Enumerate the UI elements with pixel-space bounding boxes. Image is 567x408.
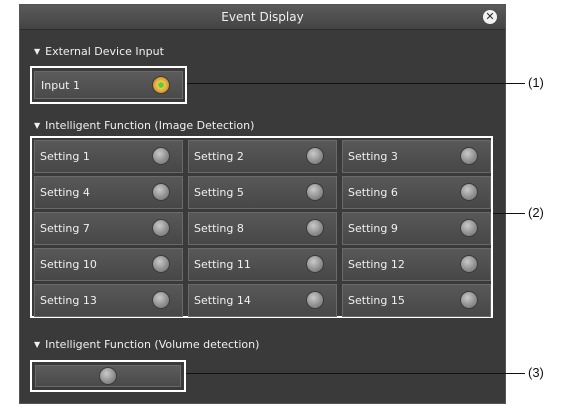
setting-label: Setting 10 (40, 258, 97, 271)
setting-cell: Setting 1 (34, 140, 183, 173)
setting-status-icon (460, 291, 478, 309)
setting-status-icon (306, 255, 324, 273)
setting-status-icon (306, 291, 324, 309)
setting-cell: Setting 5 (188, 176, 337, 209)
setting-status-icon (460, 147, 478, 165)
collapse-arrow-icon: ▼ (34, 340, 41, 349)
setting-label: Setting 3 (348, 150, 398, 163)
setting-label: Setting 12 (348, 258, 405, 271)
window-title: Event Display (221, 10, 304, 24)
setting-label: Setting 1 (40, 150, 90, 163)
setting-label: Setting 5 (194, 186, 244, 199)
section-external-title[interactable]: ▼ External Device Input (34, 45, 164, 58)
setting-label: Setting 15 (348, 294, 405, 307)
setting-label: Setting 7 (40, 222, 90, 235)
setting-label: Setting 6 (348, 186, 398, 199)
setting-status-icon (152, 219, 170, 237)
setting-status-icon (460, 219, 478, 237)
setting-status-icon (152, 147, 170, 165)
section-volume-detection-title[interactable]: ▼ Intelligent Function (Volume detection) (34, 338, 259, 351)
setting-status-icon (460, 183, 478, 201)
setting-cell: Setting 6 (342, 176, 491, 209)
setting-cell: Setting 12 (342, 248, 491, 281)
setting-cell: Setting 7 (34, 212, 183, 245)
setting-cell: Setting 4 (34, 176, 183, 209)
setting-status-icon (460, 255, 478, 273)
event-display-window: Event Display ✕ ▼ External Device Input I… (19, 4, 506, 404)
setting-status-icon (306, 219, 324, 237)
callout-line-3 (186, 373, 525, 374)
setting-status-icon (152, 183, 170, 201)
setting-cell: Setting 8 (188, 212, 337, 245)
callout-label-1: (1) (528, 75, 544, 90)
input-1-status-icon (152, 76, 170, 94)
input-1-label: Input 1 (41, 79, 80, 92)
setting-cell: Setting 11 (188, 248, 337, 281)
setting-cell: Setting 15 (342, 284, 491, 317)
collapse-arrow-icon: ▼ (34, 121, 41, 130)
input-1-cell: Input 1 (34, 71, 183, 99)
setting-cell: Setting 14 (188, 284, 337, 317)
setting-label: Setting 8 (194, 222, 244, 235)
setting-cell: Setting 13 (34, 284, 183, 317)
setting-cell: Setting 2 (188, 140, 337, 173)
setting-label: Setting 2 (194, 150, 244, 163)
setting-status-icon (306, 183, 324, 201)
callout-line-1 (187, 83, 525, 84)
volume-detection-status-icon (99, 367, 117, 385)
setting-label: Setting 4 (40, 186, 90, 199)
title-bar: Event Display ✕ (20, 5, 505, 30)
setting-cell: Setting 9 (342, 212, 491, 245)
setting-label: Setting 14 (194, 294, 251, 307)
setting-label: Setting 13 (40, 294, 97, 307)
callout-label-2: (2) (528, 205, 544, 220)
setting-label: Setting 9 (348, 222, 398, 235)
callout-label-3: (3) (528, 365, 544, 380)
volume-detection-cell (35, 365, 181, 387)
close-icon[interactable]: ✕ (483, 10, 497, 24)
collapse-arrow-icon: ▼ (34, 47, 41, 56)
section-image-detection-title[interactable]: ▼ Intelligent Function (Image Detection) (34, 119, 254, 132)
setting-status-icon (152, 291, 170, 309)
setting-label: Setting 11 (194, 258, 251, 271)
setting-status-icon (152, 255, 170, 273)
setting-cell: Setting 10 (34, 248, 183, 281)
setting-cell: Setting 3 (342, 140, 491, 173)
callout-line-2 (493, 213, 525, 214)
setting-status-icon (306, 147, 324, 165)
